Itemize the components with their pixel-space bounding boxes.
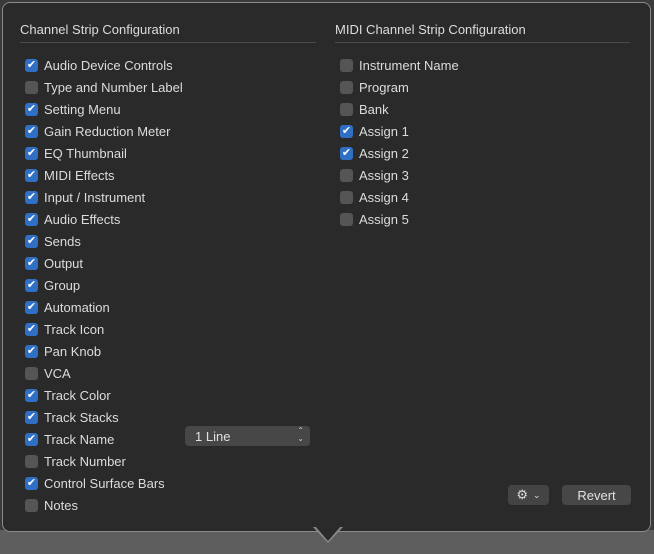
checkbox[interactable]: ✔ bbox=[25, 234, 38, 248]
checkbox-label: Track Icon bbox=[44, 321, 105, 337]
track-name-lines-select[interactable]: 1 Line ⌃ ⌄ bbox=[185, 426, 310, 446]
midi-strip-list: Instrument Name Program Bank ✔ Assign 1 ✔ Assi… bbox=[335, 54, 630, 230]
checkbox-row[interactable]: Assign 4 bbox=[335, 186, 630, 208]
checkbox-label: Assign 5 bbox=[359, 211, 409, 227]
checkbox-row[interactable]: ✔ Assign 2 bbox=[335, 142, 630, 164]
checkbox-label: Sends bbox=[44, 233, 81, 249]
checkbox-label: Bank bbox=[359, 101, 389, 117]
checkbox-row[interactable]: ✔ Gain Reduction Meter bbox=[20, 120, 316, 142]
checkbox-row[interactable]: ✔ EQ Thumbnail bbox=[20, 142, 316, 164]
checkbox-label: Pan Knob bbox=[44, 343, 102, 359]
checkbox[interactable]: ✔ bbox=[25, 168, 38, 182]
checkbox-label: Audio Effects bbox=[44, 211, 121, 227]
checkbox-label: Gain Reduction Meter bbox=[44, 123, 171, 139]
checkbox-row[interactable]: ✔ Assign 1 bbox=[335, 120, 630, 142]
checkbox[interactable]: ✔ bbox=[340, 124, 353, 138]
checkbox-row[interactable]: ✔ Setting Menu bbox=[20, 98, 316, 120]
checkbox[interactable]: ✔ bbox=[25, 102, 38, 116]
checkbox-row[interactable]: ✔ Audio Device Controls bbox=[20, 54, 316, 76]
checkbox-row[interactable]: Bank bbox=[335, 98, 630, 120]
up-down-chevron-icon: ⌃ ⌄ bbox=[297, 426, 304, 443]
checkbox[interactable]: ✔ bbox=[25, 124, 38, 138]
checkbox[interactable] bbox=[25, 80, 38, 94]
checkbox-row[interactable]: ✔ Output bbox=[20, 252, 316, 274]
checkbox-label: Assign 2 bbox=[359, 145, 409, 161]
checkbox[interactable]: ✔ bbox=[25, 212, 38, 226]
checkbox-row[interactable]: VCA bbox=[20, 362, 316, 384]
checkbox-row[interactable]: ✔ Control Surface Bars bbox=[20, 472, 316, 494]
checkbox[interactable]: ✔ bbox=[25, 322, 38, 336]
checkbox-row[interactable]: ✔ Track Color bbox=[20, 384, 316, 406]
popover-arrow-fill bbox=[315, 526, 341, 541]
checkbox[interactable]: ✔ bbox=[25, 476, 38, 490]
checkbox-row[interactable]: Assign 5 bbox=[335, 208, 630, 230]
gear-menu-button[interactable]: ⚙ ⌄ bbox=[508, 485, 549, 505]
checkbox-label: Track Number bbox=[44, 453, 126, 469]
checkbox-label: Automation bbox=[44, 299, 110, 315]
checkbox-label: MIDI Effects bbox=[44, 167, 115, 183]
checkbox-label: Track Name bbox=[44, 431, 115, 447]
checkbox-row[interactable]: ✔ Input / Instrument bbox=[20, 186, 316, 208]
checkbox[interactable] bbox=[340, 212, 353, 226]
midi-strip-section: MIDI Channel Strip Configuration Instrum… bbox=[335, 22, 630, 230]
checkbox-row[interactable]: ✔ MIDI Effects bbox=[20, 164, 316, 186]
checkbox[interactable]: ✔ bbox=[25, 190, 38, 204]
checkbox-label: Notes bbox=[44, 497, 78, 513]
checkbox-row[interactable]: ✔ Sends bbox=[20, 230, 316, 252]
checkbox-row[interactable]: ✔ Automation bbox=[20, 296, 316, 318]
checkbox[interactable] bbox=[340, 80, 353, 94]
checkbox-label: Assign 3 bbox=[359, 167, 409, 183]
checkbox-row[interactable]: ✔ Group bbox=[20, 274, 316, 296]
channel-strip-list: ✔ Audio Device Controls Type and Number La… bbox=[20, 54, 316, 516]
checkbox[interactable]: ✔ bbox=[25, 388, 38, 402]
checkbox[interactable]: ✔ bbox=[340, 146, 353, 160]
checkbox[interactable] bbox=[340, 58, 353, 72]
revert-button[interactable]: Revert bbox=[562, 485, 631, 505]
checkbox-label: Audio Device Controls bbox=[44, 57, 173, 73]
checkbox[interactable]: ✔ bbox=[25, 146, 38, 160]
checkbox[interactable]: ✔ bbox=[25, 278, 38, 292]
checkbox-label: Control Surface Bars bbox=[44, 475, 165, 491]
checkbox-row[interactable]: Notes bbox=[20, 494, 316, 516]
checkbox-row[interactable]: Type and Number Label bbox=[20, 76, 316, 98]
checkbox[interactable]: ✔ bbox=[25, 300, 38, 314]
checkbox-label: Group bbox=[44, 277, 81, 293]
checkbox[interactable]: ✔ bbox=[25, 410, 38, 424]
checkbox[interactable] bbox=[340, 168, 353, 182]
checkbox[interactable]: ✔ bbox=[25, 344, 38, 358]
checkbox-row[interactable]: ✔ Audio Effects bbox=[20, 208, 316, 230]
checkbox[interactable] bbox=[25, 454, 38, 468]
checkbox[interactable] bbox=[25, 498, 38, 512]
checkbox[interactable] bbox=[340, 102, 353, 116]
checkbox[interactable] bbox=[340, 190, 353, 204]
checkbox-label: VCA bbox=[44, 365, 71, 381]
section-title: Channel Strip Configuration bbox=[20, 22, 316, 43]
section-title: MIDI Channel Strip Configuration bbox=[335, 22, 630, 43]
checkbox-row[interactable]: ✔ Track Stacks bbox=[20, 406, 316, 428]
checkbox-label: Type and Number Label bbox=[44, 79, 183, 95]
checkbox-label: EQ Thumbnail bbox=[44, 145, 127, 161]
checkbox-row[interactable]: ✔ Track Icon bbox=[20, 318, 316, 340]
gear-icon: ⚙ bbox=[516, 487, 529, 502]
chevron-down-icon: ⌄ bbox=[533, 489, 541, 500]
checkbox-row[interactable]: Assign 3 bbox=[335, 164, 630, 186]
checkbox[interactable]: ✔ bbox=[25, 432, 38, 446]
checkbox-label: Assign 4 bbox=[359, 189, 409, 205]
checkbox[interactable] bbox=[25, 366, 38, 380]
checkbox-row[interactable]: ✔ Pan Knob bbox=[20, 340, 316, 362]
checkbox-label: Track Stacks bbox=[44, 409, 119, 425]
checkbox-label: Track Color bbox=[44, 387, 111, 403]
checkbox-row[interactable]: Instrument Name bbox=[335, 54, 630, 76]
checkbox-label: Program bbox=[359, 79, 409, 95]
checkbox-row[interactable]: Track Number bbox=[20, 450, 316, 472]
checkbox-label: Instrument Name bbox=[359, 57, 459, 73]
checkbox[interactable]: ✔ bbox=[25, 58, 38, 72]
checkbox[interactable]: ✔ bbox=[25, 256, 38, 270]
checkbox-label: Output bbox=[44, 255, 84, 271]
checkbox-row[interactable]: Program bbox=[335, 76, 630, 98]
checkbox-label: Input / Instrument bbox=[44, 189, 146, 205]
checkbox-label: Assign 1 bbox=[359, 123, 409, 139]
checkbox-label: Setting Menu bbox=[44, 101, 121, 117]
select-value: 1 Line bbox=[195, 428, 231, 444]
